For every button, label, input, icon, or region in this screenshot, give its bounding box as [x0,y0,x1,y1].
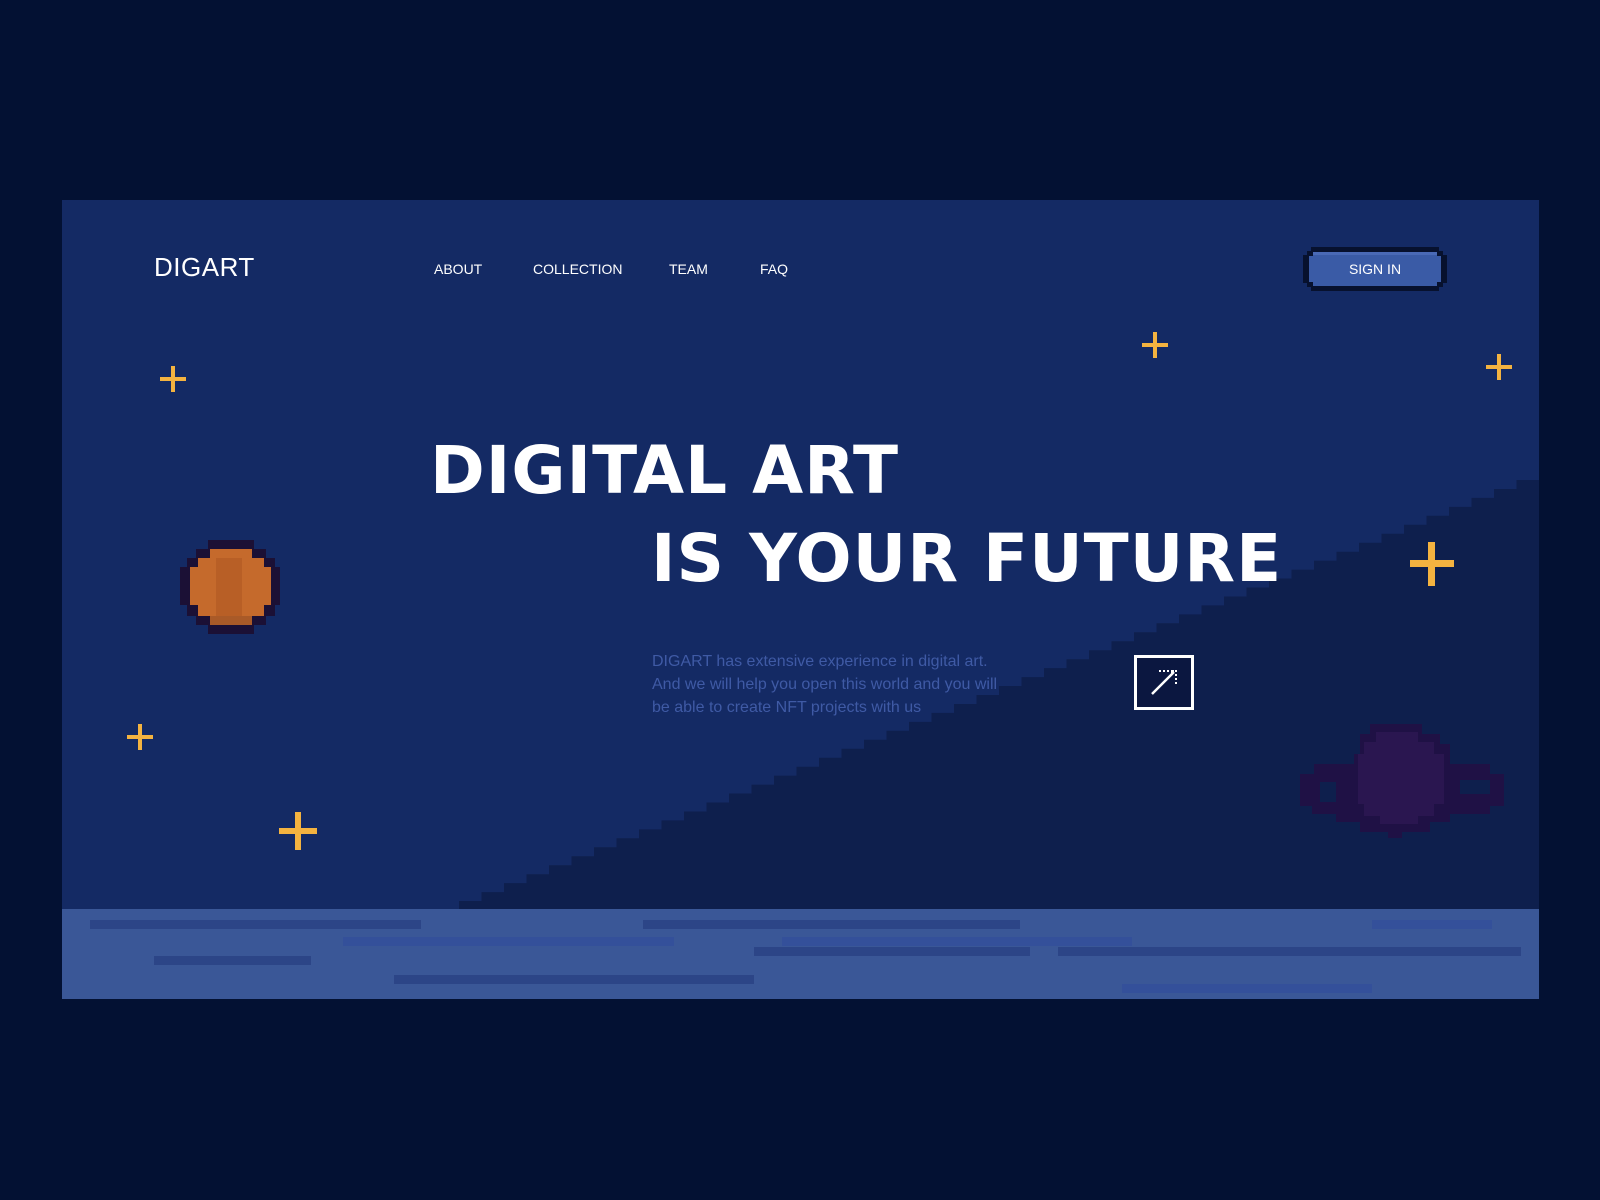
sparkle-icon [127,724,153,750]
hero-section: DIGART ABOUT COLLECTION TEAM FAQ SIGN IN… [62,200,1539,999]
nav-item-about[interactable]: ABOUT [434,261,482,277]
sparkle-icon [1410,542,1454,586]
explore-arrow-button[interactable] [1134,655,1194,710]
ground-line [394,975,754,984]
ground-strip [62,909,1539,999]
ground-line [782,937,1132,946]
ground-line [643,920,1020,929]
ground-line [1058,947,1521,956]
ground-line [343,937,674,946]
hero-title-line-2: IS YOUR FUTURE [651,520,1283,597]
ground-line [1122,984,1372,993]
hero-title-line-1: DIGITAL ART [430,432,900,509]
sign-in-label: SIGN IN [1348,261,1402,277]
sparkle-icon [1486,354,1512,380]
brand-logo[interactable]: DIGART [154,252,255,283]
ground-line [90,920,421,929]
ground-line [754,947,1030,956]
nav-item-collection[interactable]: COLLECTION [533,261,622,277]
nav-item-faq[interactable]: FAQ [760,261,788,277]
sparkle-icon [279,812,317,850]
ground-line [1372,920,1492,929]
hero-description: DIGART has extensive experience in digit… [652,653,998,716]
ringed-planet-icon [1300,724,1504,838]
nav-item-team[interactable]: TEAM [669,261,708,277]
arrow-up-right-icon [1151,670,1177,695]
orange-planet-icon [180,540,280,634]
sign-in-button[interactable]: SIGN IN [1303,247,1447,291]
ground-line [154,956,311,965]
sparkle-icon [160,366,186,392]
sparkle-icon [1142,332,1168,358]
